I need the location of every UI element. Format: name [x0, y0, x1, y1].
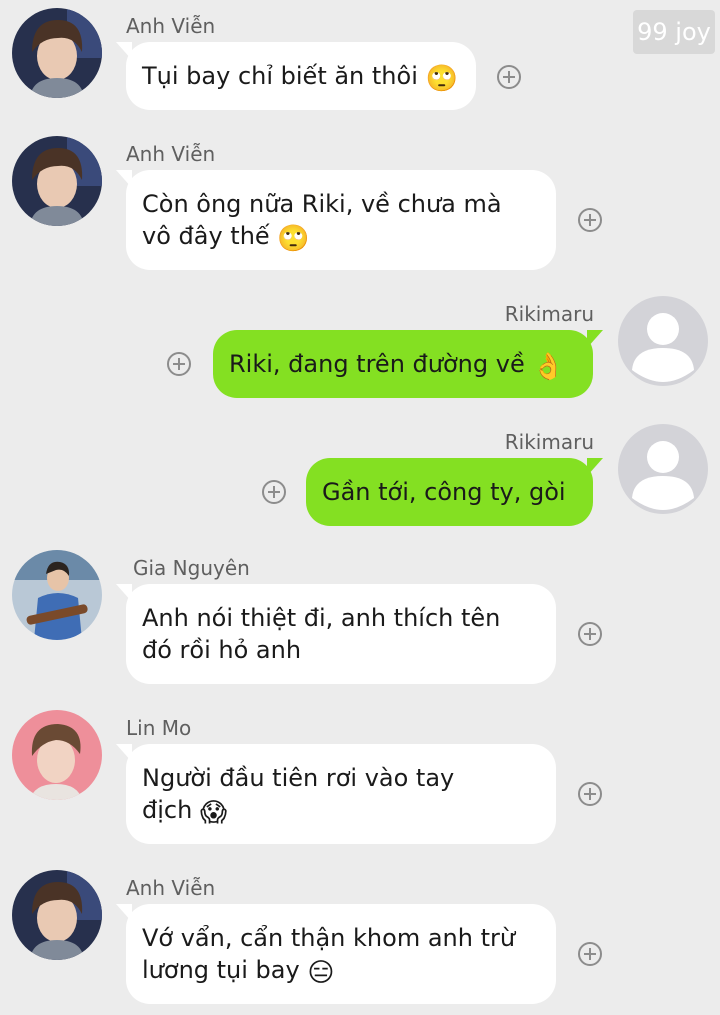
add-reaction-icon[interactable] [497, 65, 521, 89]
avatar-rikimaru-default[interactable] [618, 424, 708, 514]
message-text: Riki, đang trên đường về [229, 350, 525, 378]
avatar-gia-nguyen[interactable] [12, 550, 102, 640]
sender-name: Anh Viễn [126, 876, 216, 900]
add-reaction-icon[interactable] [167, 352, 191, 376]
avatar-lin-mo[interactable] [12, 710, 102, 800]
add-reaction-icon[interactable] [578, 942, 602, 966]
message-bubble[interactable]: Gần tới, công ty, gòi [306, 458, 603, 526]
message-bubble[interactable]: Riki, đang trên đường về 👌 [213, 330, 603, 398]
message-text: Gần tới, công ty, gòi [322, 478, 566, 506]
screaming-face-emoji: 😱 [199, 798, 228, 828]
add-reaction-icon[interactable] [578, 782, 602, 806]
eye-roll-emoji: 🙄 [425, 64, 458, 94]
sender-name: Gia Nguyên [133, 556, 250, 580]
message-bubble[interactable]: Tụi bay chỉ biết ăn thôi 🙄 [116, 42, 476, 110]
message-bubble[interactable]: Người đầu tiên rơi vào tay địch 😱 [116, 744, 556, 844]
sender-name: Lin Mo [126, 716, 192, 740]
ok-hand-emoji: 👌 [532, 352, 565, 382]
avatar-anh-vien[interactable] [12, 870, 102, 960]
avatar-rikimaru-default[interactable] [618, 296, 708, 386]
sender-name: Rikimaru [504, 302, 594, 326]
message-bubble[interactable]: Còn ông nữa Riki, về chưa mà vô đây thế … [116, 170, 556, 270]
message-text: Còn ông nữa Riki, về chưa mà vô đây thế [142, 190, 502, 250]
add-reaction-icon[interactable] [578, 622, 602, 646]
sender-name: Anh Viễn [126, 14, 216, 38]
add-reaction-icon[interactable] [262, 480, 286, 504]
message-bubble[interactable]: Anh nói thiệt đi, anh thích tên đó rồi h… [116, 584, 556, 684]
message-bubble[interactable]: Vớ vẩn, cẩn thận khom anh trừ lương tụi … [116, 904, 556, 1004]
message-text: Người đầu tiên rơi vào tay địch [142, 764, 455, 824]
message-text: Anh nói thiệt đi, anh thích tên đó rồi h… [142, 604, 501, 664]
sender-name: Rikimaru [504, 430, 594, 454]
avatar-anh-vien[interactable] [12, 136, 102, 226]
add-reaction-icon[interactable] [578, 208, 602, 232]
message-text: Tụi bay chỉ biết ăn thôi [142, 62, 418, 90]
sender-name: Anh Viễn [126, 142, 216, 166]
avatar-anh-vien[interactable] [12, 8, 102, 98]
watermark: 99 joy [633, 10, 715, 54]
eye-roll-emoji: 🙄 [277, 224, 310, 254]
expressionless-face-emoji: 😑 [307, 958, 335, 988]
